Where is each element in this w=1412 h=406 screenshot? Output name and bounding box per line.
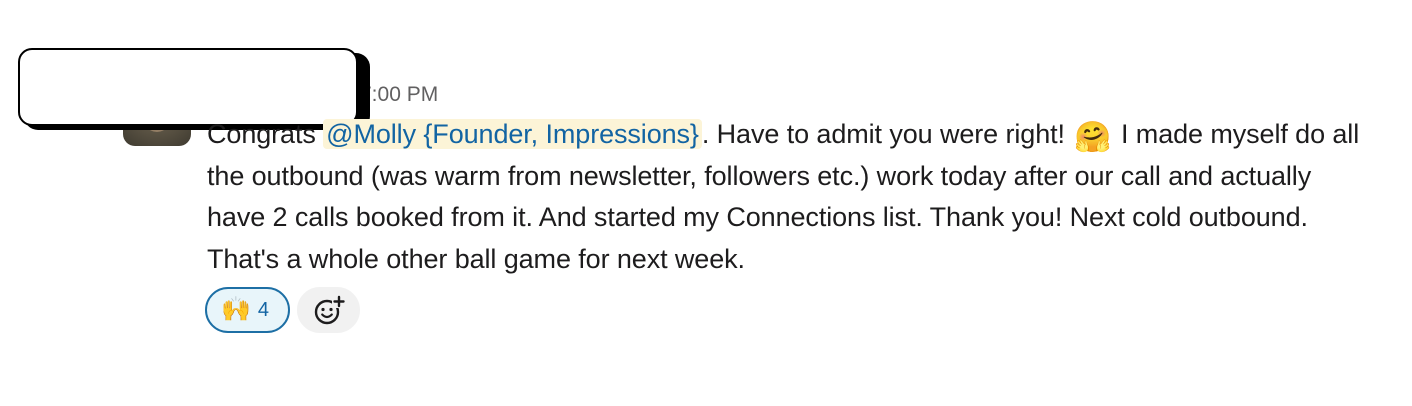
reaction-bar: 🙌 4 — [205, 287, 360, 333]
reaction-raised-hands[interactable]: 🙌 4 — [205, 287, 290, 333]
add-emoji-icon — [314, 295, 346, 325]
raised-hands-emoji: 🙌 — [221, 296, 251, 323]
add-reaction-button[interactable] — [297, 287, 360, 333]
reaction-count: 4 — [257, 298, 270, 321]
message-timestamp[interactable]: 7:00 PM — [360, 83, 438, 107]
message-text-middle: . Have to admit you were right! — [701, 119, 1073, 149]
hugging-face-emoji: 🤗 — [1074, 121, 1112, 154]
user-mention[interactable]: @Molly {Founder, Impressions} — [323, 119, 702, 149]
chat-message: 7:00 PM Congrats @Molly {Founder, Impres… — [0, 0, 1412, 406]
message-body: Congrats @Molly {Founder, Impressions}. … — [207, 114, 1367, 280]
message-text-start: Congrats — [207, 119, 324, 149]
